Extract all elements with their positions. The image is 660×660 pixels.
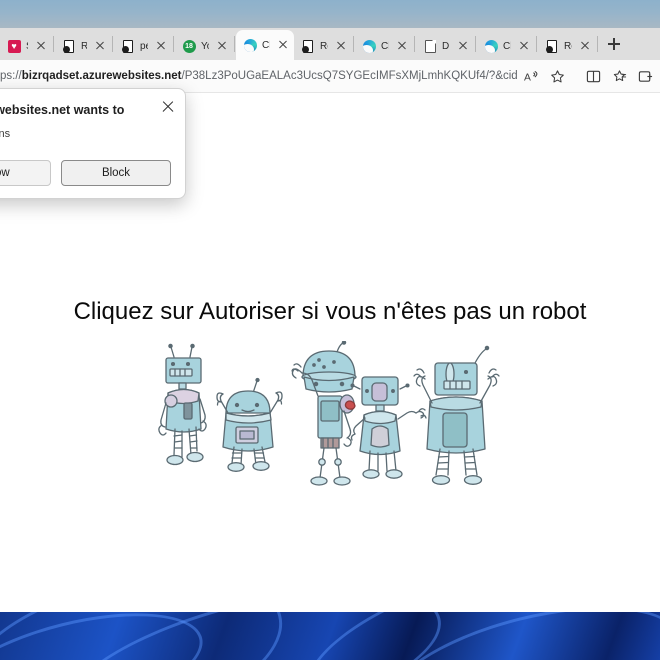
close-icon[interactable] — [160, 98, 176, 114]
split-screen-icon[interactable] — [580, 63, 606, 89]
pdf-favicon — [301, 39, 315, 53]
tab-title: Clic — [503, 40, 511, 52]
badge-count: 18 — [182, 39, 196, 53]
tab-title: Sak — [26, 41, 28, 52]
browser-tab-active[interactable]: Clic — [236, 30, 294, 60]
tab-separator — [414, 36, 415, 52]
heart-favicon: ♥ — [7, 39, 21, 53]
desktop-background-top — [0, 0, 660, 28]
tab-close-icon[interactable] — [34, 39, 48, 53]
tab-separator — [234, 36, 235, 52]
tab-close-icon[interactable] — [578, 39, 592, 53]
allow-button[interactable]: Allow — [0, 159, 51, 186]
permission-actions: Allow Block — [0, 159, 171, 186]
browser-tab[interactable]: Clic — [477, 32, 535, 60]
tab-title: peil — [140, 40, 148, 52]
tab-title: Clic — [262, 39, 270, 51]
edge-favicon — [362, 39, 376, 53]
browser-essentials-icon[interactable] — [632, 63, 658, 89]
desktop-wallpaper-bottom — [0, 612, 660, 660]
tab-title: You — [201, 40, 209, 52]
browser-tab[interactable]: Rep — [538, 32, 596, 60]
tab-separator — [597, 36, 598, 52]
tab-close-icon[interactable] — [154, 39, 168, 53]
permission-body-text: w notifications — [0, 127, 11, 140]
browser-tab[interactable]: peil — [114, 32, 172, 60]
address-bar-actions: A — [518, 63, 570, 89]
cartoon-robots-illustration — [158, 340, 502, 489]
read-aloud-icon[interactable]: A — [518, 63, 544, 89]
block-button[interactable]: Block — [61, 159, 171, 186]
tab-close-icon[interactable] — [93, 39, 107, 53]
page-title: Cliquez sur Autoriser si vous n'êtes pas… — [73, 298, 587, 325]
tab-close-icon[interactable] — [276, 38, 290, 52]
tab-title: Rep — [81, 40, 87, 52]
browser-tab[interactable]: Clic — [355, 32, 413, 60]
tab-title: Clic — [381, 40, 389, 52]
browser-tab[interactable]: DD — [416, 32, 474, 60]
url-text: ps://bizrqadset.azurewebsites.net/P38Lz3… — [0, 70, 518, 82]
tab-separator — [353, 36, 354, 52]
url-host: bizrqadset.azurewebsites.net — [21, 70, 182, 82]
tab-separator — [112, 36, 113, 52]
tab-separator — [475, 36, 476, 52]
tab-title: Rep — [564, 40, 572, 52]
tab-close-icon[interactable] — [456, 39, 470, 53]
browser-tab[interactable]: ♥ Sak — [0, 32, 52, 60]
notification-count-favicon: 18 — [182, 39, 196, 53]
new-tab-button[interactable] — [604, 34, 624, 54]
tab-separator — [536, 36, 537, 52]
notification-permission-popup: set.azurewebsites.net wants to w notific… — [0, 88, 186, 199]
collections-icon[interactable] — [606, 63, 632, 89]
tab-close-icon[interactable] — [215, 39, 229, 53]
tab-title: DD — [442, 40, 450, 52]
tab-strip: ♥ Sak Rep peil 18 You Clic — [0, 28, 660, 60]
browser-tab[interactable]: 18 You — [175, 32, 233, 60]
url-path: /P38Lz3PoUGaEALAc3UcsQ7SYGEcIMFsXMjLmhKQ… — [181, 70, 518, 82]
tab-close-icon[interactable] — [395, 39, 409, 53]
document-favicon — [423, 39, 437, 53]
edge-favicon — [484, 39, 498, 53]
permission-title: set.azurewebsites.net wants to — [0, 103, 125, 117]
tab-title: Rep — [320, 40, 328, 52]
edge-favicon — [243, 38, 257, 52]
browser-tab[interactable]: Rep — [294, 32, 352, 60]
svg-text:A: A — [524, 72, 531, 83]
tab-separator — [173, 36, 174, 52]
tab-close-icon[interactable] — [334, 39, 348, 53]
tab-separator — [53, 36, 54, 52]
address-bar[interactable]: ps://bizrqadset.azurewebsites.net/P38Lz3… — [0, 64, 518, 88]
star-favorite-icon[interactable] — [544, 63, 570, 89]
tab-close-icon[interactable] — [517, 39, 531, 53]
pdf-favicon — [121, 39, 135, 53]
browser-tab[interactable]: Rep — [55, 32, 111, 60]
pdf-favicon — [545, 39, 559, 53]
browser-window: ♥ Sak Rep peil 18 You Clic — [0, 28, 660, 612]
url-scheme: ps:// — [0, 70, 22, 82]
pdf-favicon — [62, 39, 76, 53]
